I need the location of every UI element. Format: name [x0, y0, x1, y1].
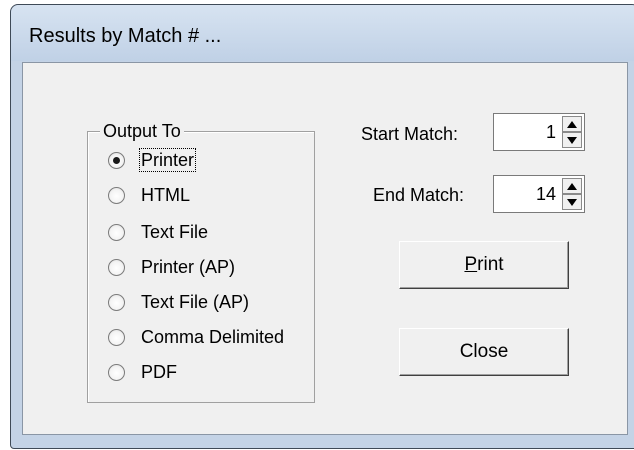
start-match-label: Start Match: [361, 124, 459, 144]
end-match-down-button[interactable] [562, 194, 582, 210]
radio-button-icon[interactable] [108, 151, 125, 169]
radio-text-file-ap[interactable]: Text File (AP) [108, 290, 250, 314]
radio-label: Text File (AP) [141, 292, 250, 312]
radio-comma-delimited[interactable]: Comma Delimited [108, 325, 285, 349]
close-button-label: Close [459, 341, 509, 362]
end-match-label: End Match: [373, 185, 465, 205]
radio-html[interactable]: HTML [108, 183, 191, 207]
end-match-spinner[interactable]: 14 [493, 175, 585, 213]
up-triangle-icon [567, 182, 577, 190]
output-to-legend: Output To [100, 121, 184, 141]
print-button[interactable]: Print [399, 241, 569, 289]
down-triangle-icon [567, 198, 577, 206]
radio-button-icon[interactable] [108, 328, 125, 346]
radio-pdf[interactable]: PDF [108, 360, 178, 384]
window-title: Results by Match # ... [29, 25, 222, 47]
radio-label: Text File [141, 222, 209, 242]
dialog-client-area: Output To Printer HTML Text File Printer… [22, 62, 628, 435]
radio-printer-ap[interactable]: Printer (AP) [108, 255, 236, 279]
end-match-up-button[interactable] [562, 178, 582, 194]
start-match-up-button[interactable] [562, 116, 582, 132]
close-button[interactable]: Close [399, 328, 569, 376]
radio-label: Printer [138, 148, 197, 172]
radio-button-icon[interactable] [108, 363, 125, 381]
radio-button-icon[interactable] [108, 258, 125, 276]
radio-label: PDF [141, 362, 177, 382]
dialog-window: Results by Match # ... Output To Printer… [10, 4, 634, 449]
end-match-value[interactable]: 14 [536, 184, 556, 205]
radio-text-file[interactable]: Text File [108, 220, 209, 244]
title-bar[interactable]: Results by Match # ... [11, 5, 634, 61]
start-match-spinner[interactable]: 1 [493, 113, 585, 151]
down-triangle-icon [567, 136, 577, 144]
up-triangle-icon [567, 120, 577, 128]
radio-button-icon[interactable] [108, 293, 125, 311]
radio-button-icon[interactable] [108, 186, 125, 204]
radio-button-icon[interactable] [108, 223, 125, 241]
start-match-value[interactable]: 1 [546, 122, 556, 143]
output-to-groupbox: Output To Printer HTML Text File Printer… [87, 121, 315, 403]
start-match-down-button[interactable] [562, 132, 582, 148]
radio-label: Comma Delimited [141, 327, 285, 347]
radio-selected-dot-icon [113, 156, 120, 164]
radio-label: Printer (AP) [141, 257, 236, 277]
print-button-label: rint [477, 254, 504, 275]
print-access-key: P [464, 254, 478, 275]
radio-label: HTML [141, 185, 190, 205]
radio-printer[interactable]: Printer [108, 148, 197, 172]
